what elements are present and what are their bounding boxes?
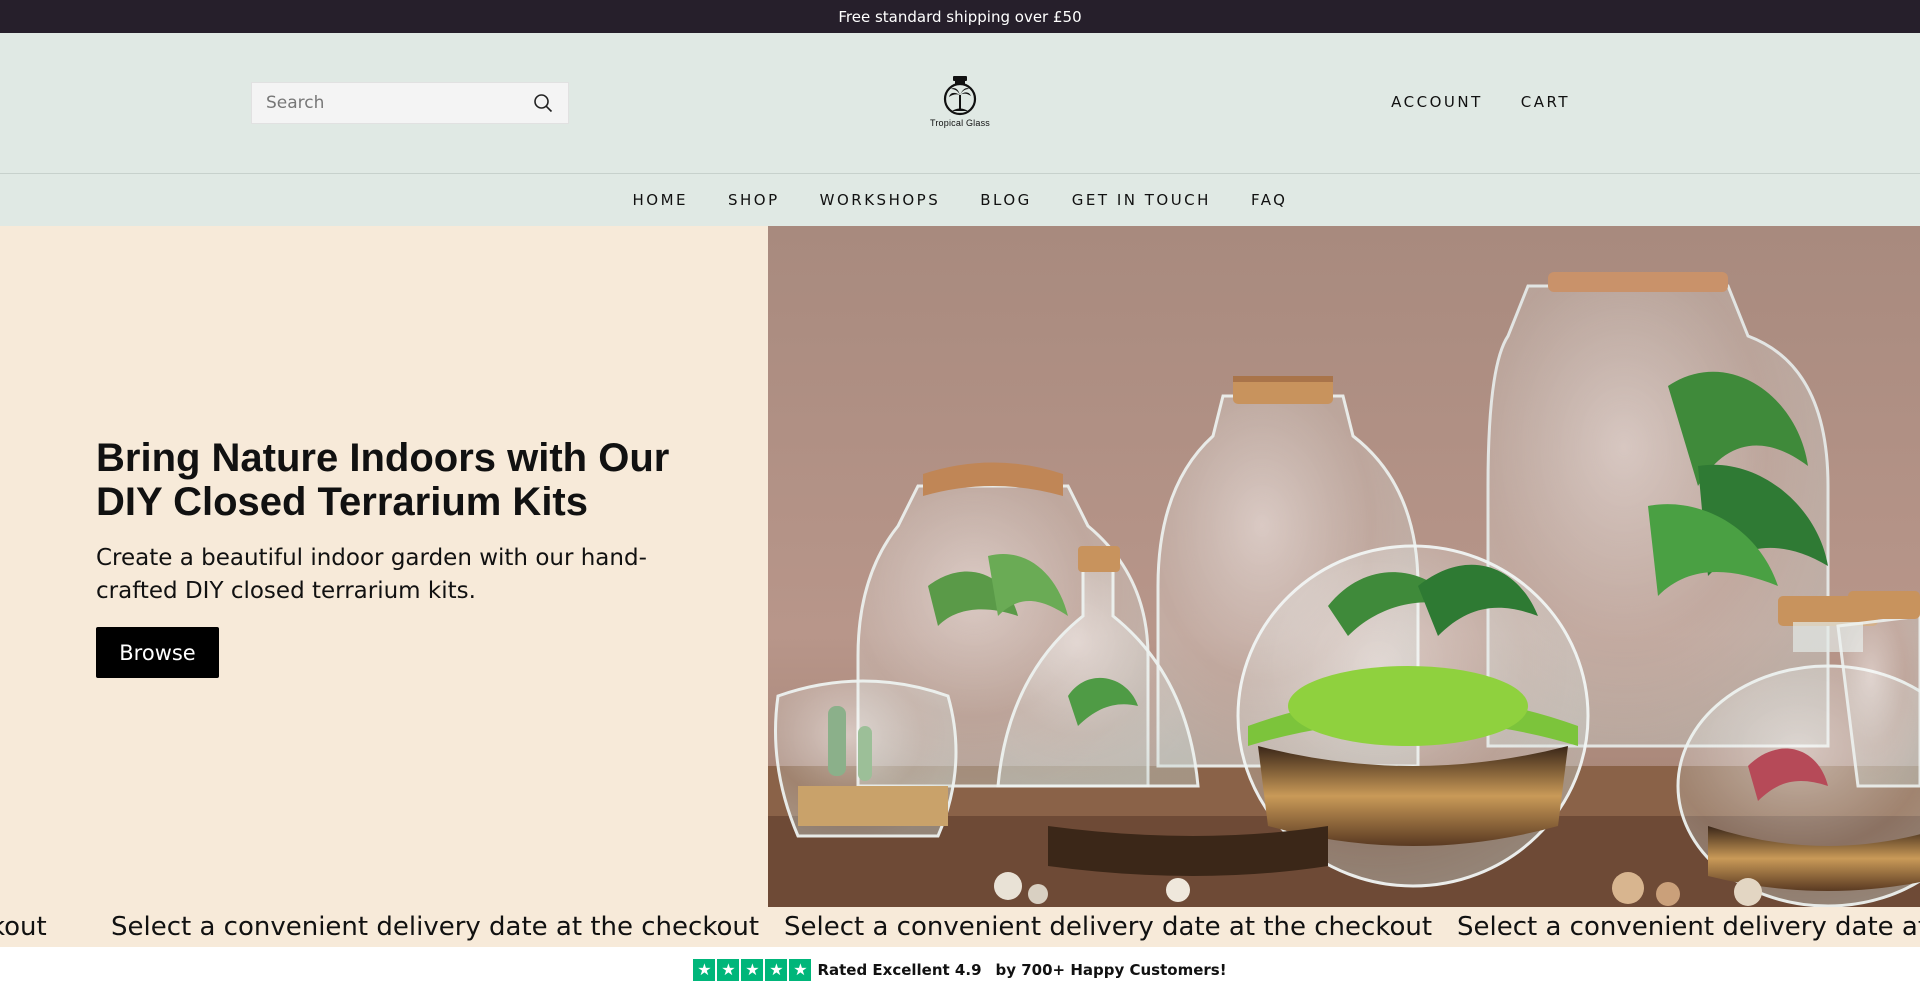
hero-image [768,226,1920,907]
customers-text: by 700+ Happy Customers! [995,961,1227,979]
rating-text: Rated Excellent 4.9 [817,961,982,979]
site-logo[interactable]: Tropical Glass [915,73,1005,133]
star-icon: ★ [741,959,764,981]
account-links: ACCOUNT CART [1391,93,1570,111]
hero-subtitle: Create a beautiful indoor garden with ou… [96,545,647,604]
marquee-item: Select a convenient delivery date at the… [111,912,760,942]
account-link[interactable]: ACCOUNT [1391,93,1483,111]
nav-item-home[interactable]: HOME [632,191,688,209]
announcement-text: Free standard shipping over £50 [838,7,1082,26]
announcement-bar: Free standard shipping over £50 [0,0,1920,33]
star-icon: ★ [765,959,788,981]
hero-text-panel: Bring Nature Indoors with Our DIY Closed… [0,226,768,907]
site-header: Tropical Glass ACCOUNT CART [0,33,1920,174]
browse-button[interactable]: Browse [96,627,219,678]
hero-banner: Bring Nature Indoors with Our DIY Closed… [0,226,1920,907]
nav-item-blog[interactable]: BLOG [980,191,1032,209]
main-nav: HOME SHOP WORKSHOPS BLOG GET IN TOUCH FA… [0,174,1920,226]
logo-caption: Tropical Glass [930,118,990,128]
search-input[interactable] [266,93,532,113]
nav-item-shop[interactable]: SHOP [728,191,780,209]
nav-item-workshops[interactable]: WORKSHOPS [820,191,941,209]
trustpilot-bar[interactable]: ★ ★ ★ ★ ★ Rated Excellent 4.9 by 700+ Ha… [0,947,1920,993]
hero-title: Bring Nature Indoors with Our DIY Closed… [96,436,670,524]
marquee-item: kout [0,912,47,942]
star-icon: ★ [717,959,740,981]
search-box[interactable] [251,82,569,124]
marquee-item: Select a convenient delivery date at t [1457,912,1920,942]
star-icon: ★ [693,959,716,981]
star-icon: ★ [789,959,812,981]
rating-stars: ★ ★ ★ ★ ★ [693,959,812,981]
nav-item-get-in-touch[interactable]: GET IN TOUCH [1072,191,1211,209]
nav-item-faq[interactable]: FAQ [1251,191,1288,209]
search-icon[interactable] [532,92,554,114]
delivery-marquee: kout Select a convenient delivery date a… [0,907,1920,947]
marquee-item: Select a convenient delivery date at the… [784,912,1433,942]
cart-link[interactable]: CART [1521,93,1570,111]
logo-jar-icon [943,76,977,116]
terrarium-illustration [768,226,1920,907]
